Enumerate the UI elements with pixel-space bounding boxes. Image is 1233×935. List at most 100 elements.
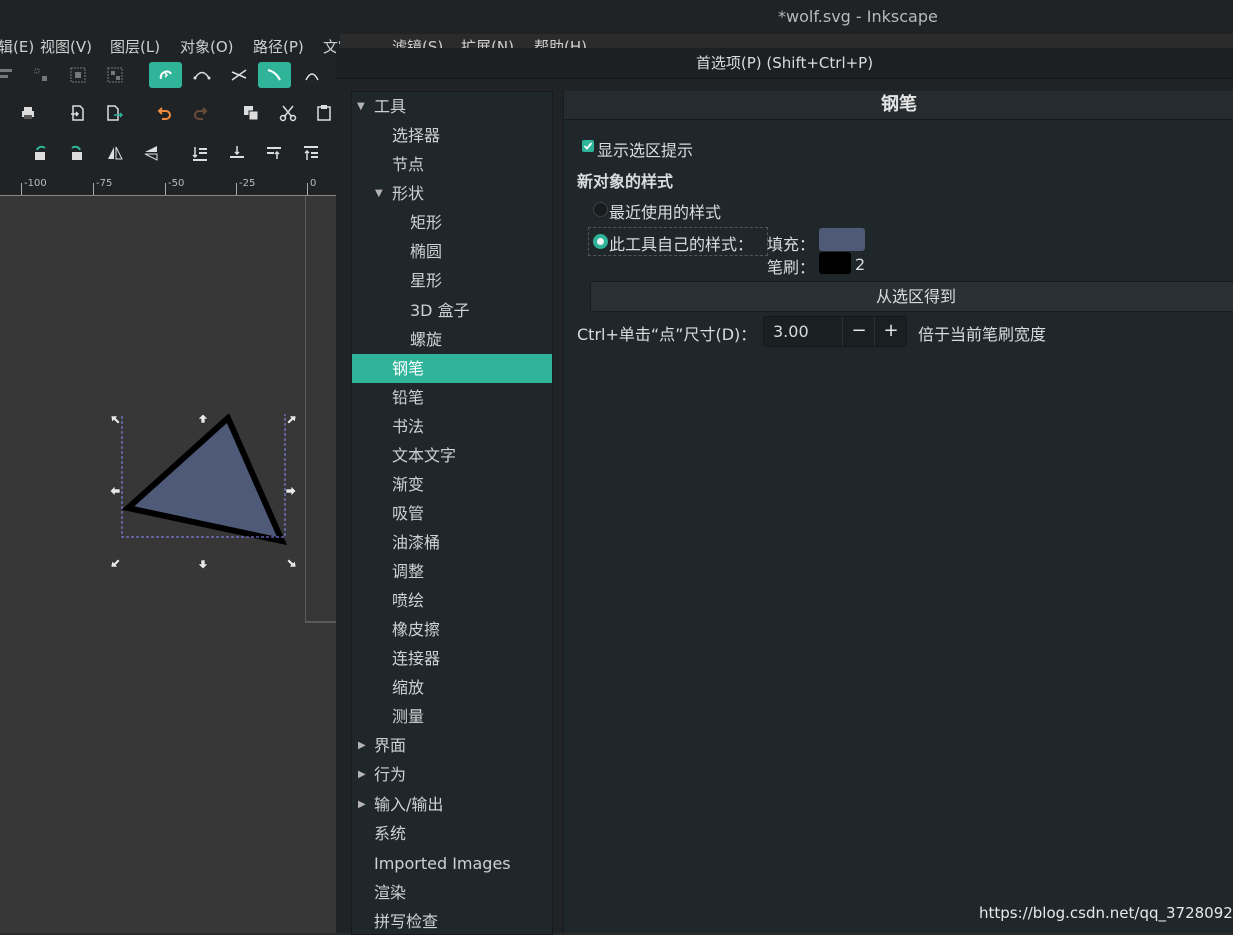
fill-label: 填充： xyxy=(767,235,816,254)
tree-item-star[interactable]: 星形 xyxy=(352,266,552,295)
lower-to-bottom-icon[interactable] xyxy=(185,140,215,166)
lower-icon[interactable] xyxy=(222,140,252,166)
flip-vertical-icon[interactable] xyxy=(136,140,166,166)
menu-layer[interactable]: 图层(L) xyxy=(110,36,160,56)
stroke-color-swatch[interactable] xyxy=(819,252,851,274)
tree-item-text[interactable]: 文本文字 xyxy=(352,441,552,470)
collapsed-arrow-icon[interactable]: ▶ xyxy=(358,790,370,819)
align-icon[interactable] xyxy=(0,62,22,88)
expanded-arrow-icon[interactable]: ▼ xyxy=(375,179,387,208)
curve-shape-icon[interactable] xyxy=(297,62,327,88)
tree-item-node[interactable]: 节点 xyxy=(352,150,552,179)
tree-item-paint-bucket[interactable]: 油漆桶 xyxy=(352,528,552,557)
bezier-mode-icon[interactable] xyxy=(187,62,217,88)
tree-item-label: 渲染 xyxy=(374,883,407,902)
window-titlebar: *wolf.svg - Inkscape xyxy=(0,0,1233,34)
tree-item-tools[interactable]: ▼ 工具 xyxy=(352,92,552,121)
tree-item-eraser[interactable]: 橡皮擦 xyxy=(352,615,552,644)
print-icon[interactable] xyxy=(13,100,43,126)
rotate-ccw-icon[interactable] xyxy=(25,140,55,166)
dot-size-suffix: 倍于当前笔刷宽度 xyxy=(918,325,1047,344)
tree-item-spray[interactable]: 喷绘 xyxy=(352,586,552,615)
ruler-label: -75 xyxy=(96,178,113,189)
tree-item-label: 选择器 xyxy=(392,126,441,145)
own-style-radio[interactable] xyxy=(593,234,608,249)
tree-item-pen[interactable]: 钢笔 xyxy=(352,354,552,383)
tree-item-behavior[interactable]: ▶ 行为 xyxy=(352,760,552,789)
cut-icon[interactable] xyxy=(273,100,303,126)
selected-triangle[interactable] xyxy=(106,414,306,579)
rotate-cw-icon[interactable] xyxy=(62,140,92,166)
tree-item-ellipse[interactable]: 椭圆 xyxy=(352,237,552,266)
fill-color-swatch[interactable] xyxy=(819,228,865,251)
import-icon[interactable] xyxy=(62,100,92,126)
tree-item-pencil[interactable]: 铅笔 xyxy=(352,383,552,412)
collapsed-arrow-icon[interactable]: ▶ xyxy=(358,760,370,789)
commands-bar xyxy=(0,100,336,136)
ungroup-icon[interactable] xyxy=(100,62,130,88)
tree-item-spellcheck[interactable]: 拼写检查 xyxy=(352,907,552,934)
watermark-url: https://blog.csdn.net/qq_37280924 xyxy=(979,904,1233,922)
menu-extensions[interactable]: 扩展(N) xyxy=(461,36,514,48)
tree-item-spiral[interactable]: 螺旋 xyxy=(352,325,552,354)
tool-controls-bar xyxy=(0,62,336,98)
preferences-tree[interactable]: ▼ 工具 选择器 节点 ▼ 形状 矩形 椭圆 星形 3D 盒子 螺旋 钢笔 铅笔… xyxy=(351,91,553,935)
tree-item-label: 测量 xyxy=(392,707,425,726)
tree-item-gradient[interactable]: 渐变 xyxy=(352,470,552,499)
spiro-mode-icon[interactable] xyxy=(149,62,182,88)
tree-item-imported-images[interactable]: Imported Images xyxy=(352,849,552,878)
menu-filters[interactable]: 滤镜(S) xyxy=(392,36,443,48)
tree-item-dropper[interactable]: 吸管 xyxy=(352,499,552,528)
group-icon[interactable] xyxy=(63,62,93,88)
tree-item-shapes[interactable]: ▼ 形状 xyxy=(352,179,552,208)
tree-item-label: 渐变 xyxy=(392,475,425,494)
tree-item-3d-box[interactable]: 3D 盒子 xyxy=(352,296,552,325)
menu-path[interactable]: 路径(P) xyxy=(253,36,304,56)
collapsed-arrow-icon[interactable]: ▶ xyxy=(358,731,370,760)
tree-item-label: 系统 xyxy=(374,824,407,843)
decrement-button[interactable]: − xyxy=(842,317,875,346)
flip-horizontal-icon[interactable] xyxy=(100,140,130,166)
window-title: *wolf.svg - Inkscape xyxy=(778,7,938,26)
dot-size-input[interactable]: 3.00 xyxy=(773,317,809,346)
menu-object[interactable]: 对象(O) xyxy=(180,36,234,56)
stroke-label: 笔刷： xyxy=(767,258,816,277)
tree-item-interface[interactable]: ▶ 界面 xyxy=(352,731,552,760)
raise-icon[interactable] xyxy=(259,140,289,166)
distribute-icon[interactable] xyxy=(26,62,56,88)
last-used-style-label[interactable]: 最近使用的样式 xyxy=(609,199,721,223)
tree-item-tweak[interactable]: 调整 xyxy=(352,557,552,586)
dot-size-spinbutton[interactable]: 3.00 − + xyxy=(763,316,907,347)
increment-button[interactable]: + xyxy=(874,317,907,346)
tree-item-connector[interactable]: 连接器 xyxy=(352,644,552,673)
menu-edit[interactable]: 辑(E) xyxy=(0,36,34,56)
undo-icon[interactable] xyxy=(149,100,179,126)
redo-icon[interactable] xyxy=(186,100,216,126)
raise-to-top-icon[interactable] xyxy=(296,140,326,166)
tree-item-rendering[interactable]: 渲染 xyxy=(352,878,552,907)
tree-item-label: 铅笔 xyxy=(392,388,425,407)
tree-item-calligraphy[interactable]: 书法 xyxy=(352,412,552,441)
tree-item-selector[interactable]: 选择器 xyxy=(352,121,552,150)
own-style-label[interactable]: 此工具自己的样式： xyxy=(609,231,753,255)
show-selection-cue-label[interactable]: 显示选区提示 xyxy=(597,137,693,161)
tree-item-rectangle[interactable]: 矩形 xyxy=(352,208,552,237)
paraxial-mode-icon[interactable] xyxy=(258,62,291,88)
duplicate-icon[interactable] xyxy=(236,100,266,126)
bspline-mode-icon[interactable] xyxy=(224,62,254,88)
show-selection-cue-checkbox[interactable] xyxy=(582,140,594,152)
tree-item-input-output[interactable]: ▶ 输入/输出 xyxy=(352,790,552,819)
tree-item-system[interactable]: 系统 xyxy=(352,819,552,848)
tree-item-measure[interactable]: 测量 xyxy=(352,702,552,731)
export-icon[interactable] xyxy=(99,100,129,126)
tree-item-label: 调整 xyxy=(392,562,425,581)
take-from-selection-button[interactable]: 从选区得到 xyxy=(590,281,1233,312)
menu-help[interactable]: 帮助(H) xyxy=(534,36,587,48)
menu-view[interactable]: 视图(V) xyxy=(40,36,92,56)
tree-item-label: 矩形 xyxy=(410,213,443,232)
expanded-arrow-icon[interactable]: ▼ xyxy=(357,92,369,121)
drawing-canvas[interactable] xyxy=(0,196,336,933)
last-used-style-radio[interactable] xyxy=(593,202,608,217)
tree-item-zoom[interactable]: 缩放 xyxy=(352,673,552,702)
paste-icon[interactable] xyxy=(309,100,339,126)
